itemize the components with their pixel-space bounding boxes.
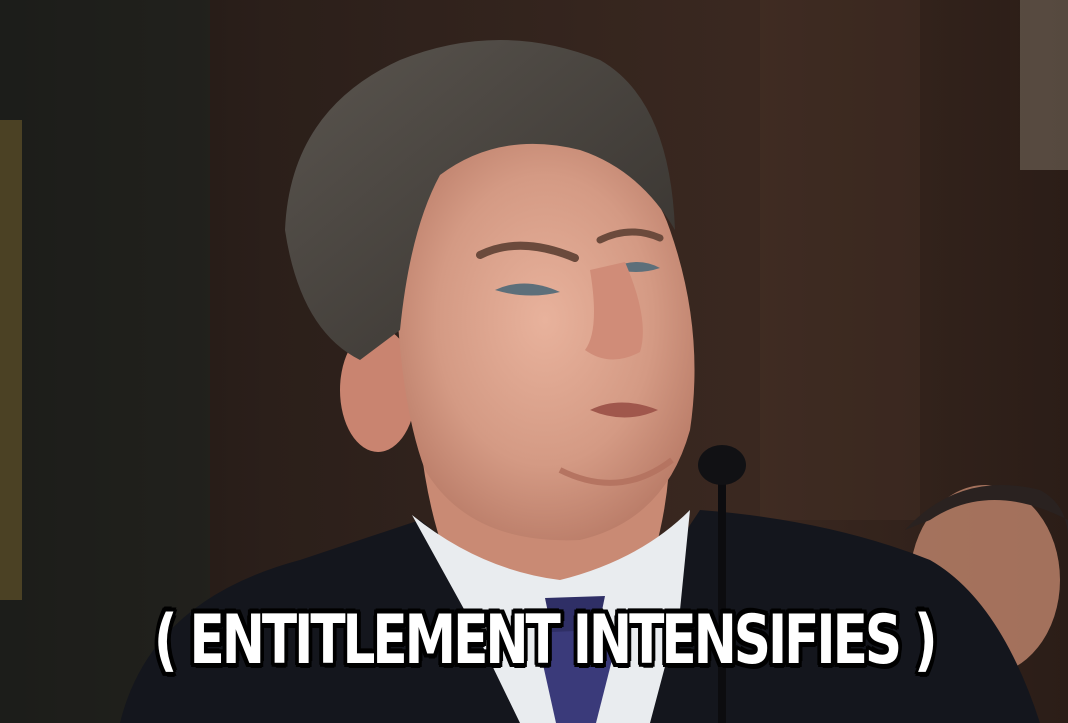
face [395,140,695,541]
background-panel-right [1020,0,1068,170]
meme-image: ( ENTITLEMENT INTENSIFIES ) [0,0,1068,723]
background-column [760,0,920,520]
microphone-head [698,445,746,485]
meme-caption: ( ENTITLEMENT INTENSIFIES ) [153,601,938,680]
background-panel-gold [0,120,22,600]
